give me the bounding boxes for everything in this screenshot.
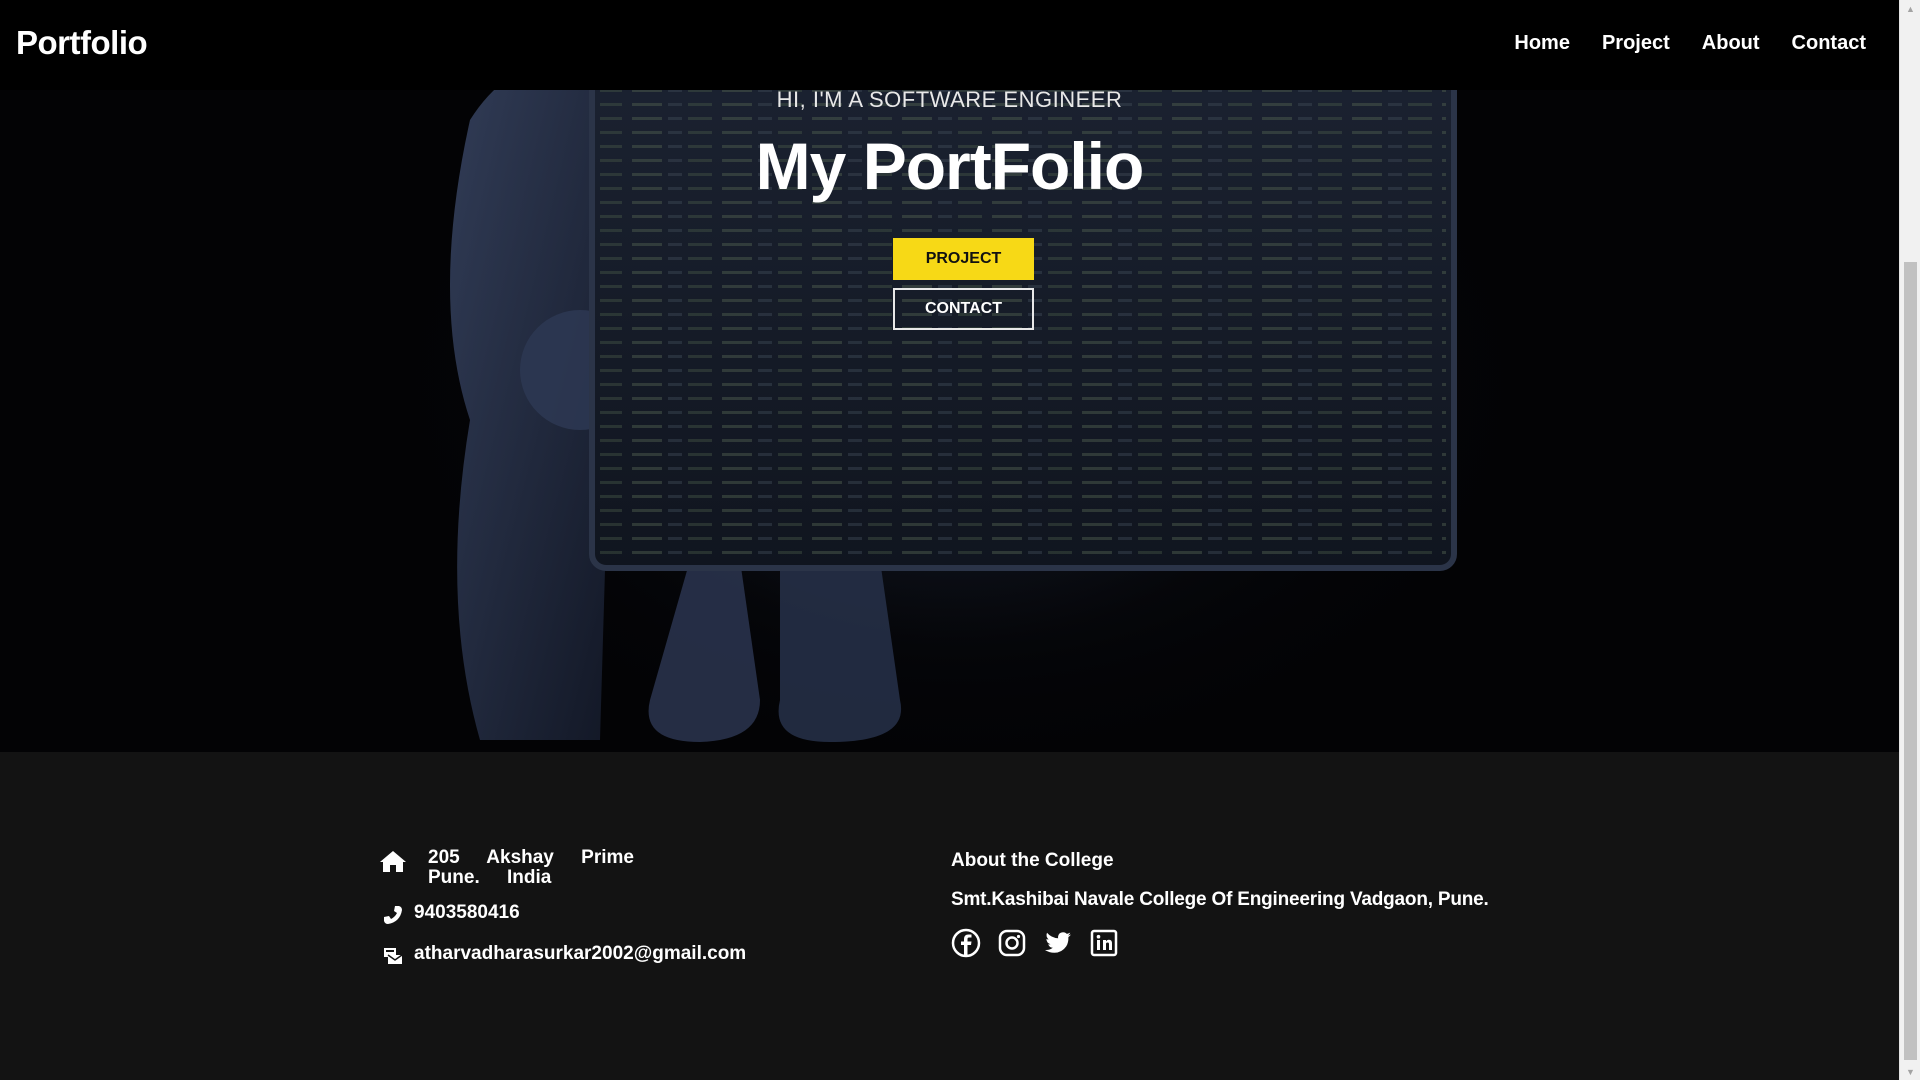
scroll-thumb[interactable]: [1904, 262, 1917, 1060]
address-row: 205 Akshay Prime Pune. India: [378, 848, 688, 888]
phone-icon: [378, 902, 408, 928]
hero-section: Portfolio Home Project About Contact HI,…: [0, 0, 1899, 752]
nav-link-contact[interactable]: Contact: [1792, 32, 1866, 55]
vertical-scrollbar[interactable]: ▲ ▼: [1899, 0, 1920, 1080]
phone-text[interactable]: 9403580416: [414, 902, 520, 924]
scroll-down-arrow-icon[interactable]: ▼: [1900, 1063, 1920, 1080]
hero-subtitle: HI, I'M A SOFTWARE ENGINEER: [776, 87, 1123, 112]
project-button[interactable]: PROJECT: [893, 238, 1034, 280]
mail-icon: [378, 943, 408, 969]
nav-link-home[interactable]: Home: [1514, 32, 1570, 55]
phone-row: 9403580416: [378, 902, 520, 928]
email-text[interactable]: atharvadharasurkar2002@gmail.com: [414, 943, 746, 965]
nav-link-project[interactable]: Project: [1602, 32, 1670, 55]
social-links: [951, 928, 1119, 958]
footer: [0, 752, 1899, 1080]
about-college-title: About the College: [951, 850, 1114, 871]
nav-links: Home Project About Contact: [1482, 32, 1866, 55]
contact-button[interactable]: CONTACT: [893, 288, 1034, 330]
hero-title: My PortFolio: [755, 129, 1145, 203]
linkedin-icon[interactable]: [1089, 928, 1119, 958]
home-icon: [378, 848, 408, 874]
twitter-icon[interactable]: [1043, 928, 1073, 958]
address-text: 205 Akshay Prime Pune. India: [428, 847, 634, 888]
nav-link-about[interactable]: About: [1702, 32, 1760, 55]
navbar: Portfolio Home Project About Contact: [0, 0, 1899, 90]
about-college-text: Smt.Kashibai Navale College Of Engineeri…: [951, 889, 1489, 910]
logo[interactable]: Portfolio: [16, 24, 148, 62]
page: Portfolio Home Project About Contact HI,…: [0, 0, 1920, 1080]
facebook-icon[interactable]: [951, 928, 981, 958]
scroll-up-arrow-icon[interactable]: ▲: [1900, 0, 1920, 17]
email-row: atharvadharasurkar2002@gmail.com: [378, 943, 746, 969]
instagram-icon[interactable]: [997, 928, 1027, 958]
